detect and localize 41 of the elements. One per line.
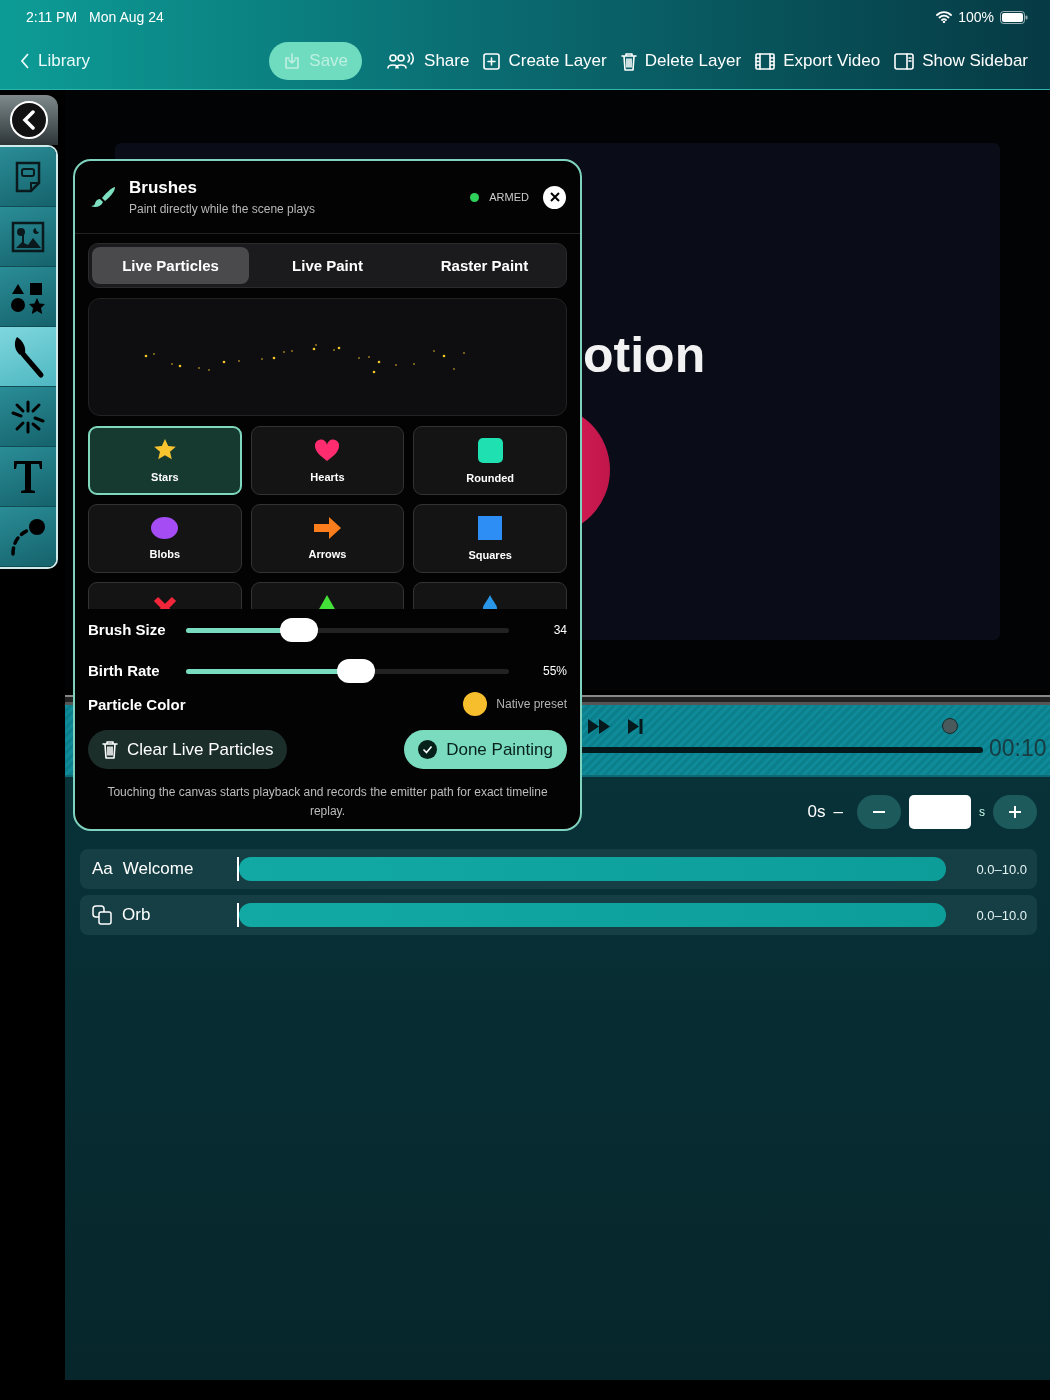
- create-button[interactable]: Create Layer: [483, 51, 607, 71]
- mode-tab[interactable]: Live Particles: [92, 247, 249, 284]
- battery-percent: 100%: [958, 9, 994, 25]
- share-button[interactable]: Share: [386, 51, 470, 71]
- layer-time-range: 0.0–10.0: [976, 861, 1027, 877]
- particle-color-label: Particle Color: [88, 695, 186, 713]
- color-preset-label: Native preset: [496, 697, 567, 711]
- layer-name: Orb: [122, 905, 151, 925]
- mode-tab[interactable]: Raster Paint: [406, 247, 563, 284]
- text-layer-icon: Aa: [92, 859, 113, 879]
- seconds-unit: s: [979, 805, 985, 819]
- clear-button[interactable]: Clear Live Particles: [88, 730, 288, 769]
- layer-row[interactable]: Aa Welcome 0.0–10.0: [80, 849, 1037, 889]
- status-label: ARMED: [489, 191, 529, 203]
- range-separator: –: [833, 802, 843, 822]
- mode-tab[interactable]: Live Paint: [249, 247, 406, 284]
- panel-title: Brushes: [129, 178, 199, 198]
- panel-subtitle: Paint directly while the scene plays: [129, 202, 317, 216]
- status-time: 2:11 PM: [26, 9, 78, 25]
- brush-option[interactable]: Blobs: [88, 504, 242, 573]
- timecode: 00:10: [989, 735, 1047, 762]
- slider-value: 34: [552, 622, 567, 637]
- start-time: 0s: [807, 802, 826, 822]
- slider-label: Brush Size: [88, 621, 166, 638]
- layer-time-range: 0.0–10.0: [976, 907, 1027, 923]
- slider-label: Birth Rate: [88, 662, 161, 679]
- brush-option[interactable]: Arrows: [250, 504, 405, 573]
- brush-option[interactable]: Stars: [88, 426, 242, 495]
- canvas-title-text: otion: [583, 326, 706, 384]
- delete-button[interactable]: Delete Layer: [620, 51, 742, 71]
- help-text: Touching the canvas starts playback and records the emitter path for exact timeline replay.: [106, 784, 549, 820]
- export-button[interactable]: Export Video: [755, 51, 881, 71]
- done-button[interactable]: Done Painting: [404, 730, 567, 769]
- layer-row[interactable]: Orb 0.0–10.0: [80, 895, 1037, 935]
- sidebar-button[interactable]: Show Sidebar: [894, 51, 1028, 71]
- brush-option[interactable]: Squares: [413, 504, 567, 573]
- brush-option[interactable]: Rounded: [413, 426, 567, 495]
- layer-name: Welcome: [122, 859, 194, 879]
- brush-option[interactable]: Hearts: [250, 426, 405, 495]
- status-date: Mon Aug 24: [89, 9, 164, 25]
- slider-value: 55%: [541, 663, 567, 678]
